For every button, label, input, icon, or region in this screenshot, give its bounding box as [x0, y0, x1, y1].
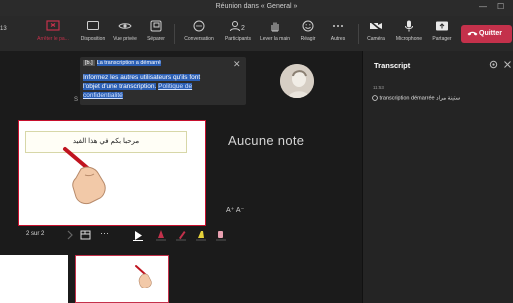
stop-sharing-label: Arrêter le pa...: [37, 36, 69, 42]
stop-sharing-icon: [46, 20, 60, 31]
react-label: Réagir: [300, 36, 316, 42]
laser-pointer-icon[interactable]: [156, 229, 166, 241]
page-indicator: 2 sur 2: [26, 231, 45, 237]
eraser-tool-icon[interactable]: [216, 229, 226, 241]
highlighter-tool-icon[interactable]: [196, 229, 206, 241]
pop-out-icon: [150, 20, 162, 32]
pop-out-label: Séparer: [147, 36, 165, 42]
notes-placeholder: Aucune note: [228, 133, 305, 148]
close-panel-icon[interactable]: [503, 60, 512, 69]
private-view-button[interactable]: Vue privée: [110, 19, 140, 42]
private-view-label: Vue privée: [113, 36, 137, 42]
svg-text:2: 2: [241, 25, 245, 32]
camera-off-icon: [369, 20, 383, 32]
microphone-button[interactable]: Microphone: [392, 19, 426, 42]
minimize-button[interactable]: —: [479, 2, 487, 11]
toolbar-divider: [174, 24, 175, 44]
notification-line-2: l'objet d'une transcription.: [83, 83, 157, 90]
chat-icon: [193, 20, 205, 32]
info-icon: [372, 95, 378, 101]
avatar-image: [280, 64, 314, 98]
privacy-policy-link-cont[interactable]: confidentialité: [83, 92, 123, 99]
layout-label: Disposition: [80, 36, 106, 42]
meeting-timer: 13: [0, 26, 7, 32]
share-button[interactable]: Partager: [428, 19, 456, 42]
settings-icon[interactable]: [489, 60, 498, 69]
speaker-initial: S: [74, 97, 79, 103]
react-icon: [302, 20, 314, 32]
toolbar-divider: [358, 24, 359, 44]
transcript-entry: transcription démarrée ستينة مراد: [372, 95, 460, 101]
microphone-icon: [405, 20, 413, 32]
notification-body: Informez les autres utilisateurs qu'ils …: [83, 73, 233, 100]
transcript-time: 11:53: [373, 85, 384, 90]
more-button[interactable]: Autres: [325, 19, 351, 42]
maximize-button[interactable]: ☐: [497, 2, 504, 11]
notification-tag: [b.]: [83, 60, 95, 66]
layout-button[interactable]: Disposition: [76, 19, 110, 42]
slide-thumbnail-1[interactable]: [0, 255, 68, 303]
chat-button[interactable]: Conversation: [180, 19, 218, 42]
raise-hand-icon: [271, 22, 279, 32]
react-button[interactable]: Réagir: [295, 19, 321, 42]
transcription-notification: [b.] La transcription a démarré Informez …: [80, 57, 246, 105]
stop-sharing-button[interactable]: Arrêter le pa...: [33, 19, 73, 42]
layout-icon: [87, 21, 99, 30]
font-size-controls[interactable]: A⁺ A⁻: [226, 206, 244, 214]
more-label: Autres: [330, 36, 346, 42]
chat-label: Conversation: [184, 36, 214, 42]
participants-button[interactable]: 2 Participants: [219, 19, 257, 42]
notification-heading: La transcription a démarré: [96, 60, 161, 66]
close-icon[interactable]: ✕: [233, 59, 241, 70]
presentation-slide[interactable]: مرحبا بكم في هذا الفيد: [18, 120, 206, 226]
eye-icon: [118, 23, 132, 29]
share-label: Partager: [432, 36, 452, 42]
participants-icon: 2: [230, 21, 245, 32]
window-title: Réunion dans « General »: [215, 3, 298, 10]
more-options-icon[interactable]: ···: [100, 228, 109, 238]
pointer-tool-icon[interactable]: [133, 230, 143, 241]
raise-hand-label: Lever la main: [259, 36, 290, 42]
transcript-entry-text: transcription démarrée: [379, 95, 435, 102]
privacy-policy-link[interactable]: Politique de: [158, 83, 193, 90]
camera-button[interactable]: Caméra: [364, 19, 388, 42]
transcript-panel: Transcript 11:53 transcription démarrée …: [362, 51, 513, 303]
participants-label: Participants: [224, 36, 252, 42]
share-icon: [436, 21, 448, 31]
notification-line-1: Informez les autres utilisateurs qu'ils …: [83, 74, 201, 81]
pop-out-button[interactable]: Séparer: [142, 19, 170, 42]
pen-tool-icon[interactable]: [176, 229, 186, 241]
camera-label: Caméra: [367, 36, 385, 42]
transcript-title: Transcript: [374, 61, 411, 70]
title-bar: Réunion dans « General » — ☐: [0, 0, 513, 16]
microphone-label: Microphone: [395, 36, 423, 42]
avatar: [280, 64, 314, 98]
quit-label: Quitter: [479, 30, 502, 37]
grid-view-icon[interactable]: [80, 229, 92, 241]
raise-hand-button[interactable]: Lever la main: [258, 19, 292, 42]
phone-hangup-icon: [467, 31, 478, 36]
slide-thumbnail-2[interactable]: [75, 255, 169, 303]
transcript-entry-name: ستينة مراد: [436, 95, 461, 102]
presenter-controls: 2 sur 2 ···: [18, 227, 358, 245]
more-icon: [333, 25, 343, 27]
quit-button[interactable]: Quitter: [461, 25, 512, 43]
thumbnail-hand-icon: [135, 265, 152, 288]
meeting-toolbar: 13 Arrêter le pa... Disposition Vue priv…: [0, 16, 513, 52]
drawing-hand-icon: [63, 147, 106, 205]
chevron-right-icon[interactable]: [66, 230, 74, 240]
